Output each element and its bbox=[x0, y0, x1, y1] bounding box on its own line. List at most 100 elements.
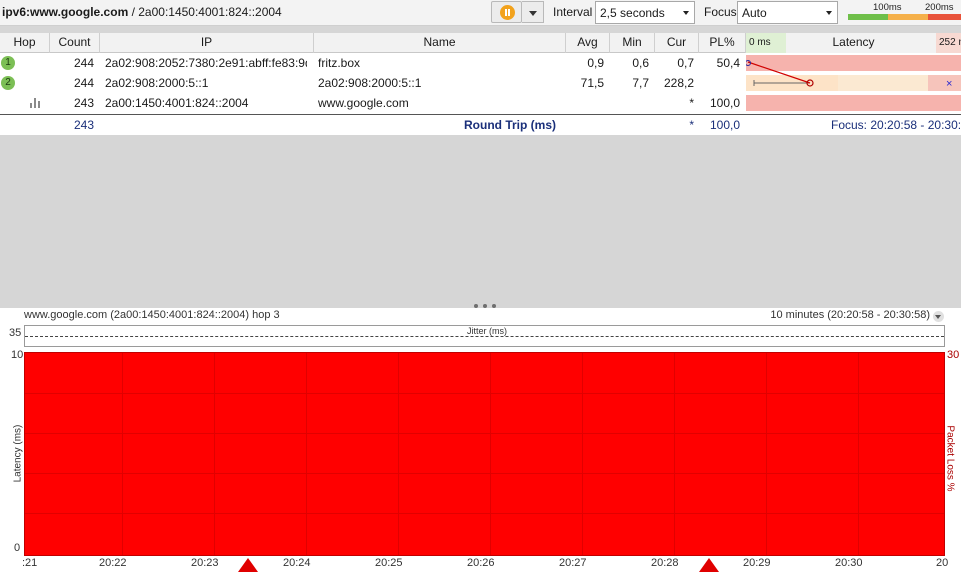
focus-range-label: Focus: 20:20:58 - 20:30:58 bbox=[831, 118, 961, 132]
x-tick-label: 20:23 bbox=[191, 557, 219, 569]
col-hop[interactable]: Hop bbox=[0, 33, 50, 53]
packet-loss-plot-area bbox=[24, 352, 945, 556]
target-address: 2a00:1450:4001:824::2004 bbox=[138, 5, 282, 19]
x-tick-label: 20:25 bbox=[375, 557, 403, 569]
panel-title: www.google.com (2a00:1450:4001:824::2004… bbox=[24, 309, 280, 321]
table-row[interactable]: 2 244 2a02:908:2000:5::1 2a02:908:2000:5… bbox=[0, 73, 746, 93]
interval-value: 2,5 seconds bbox=[600, 6, 665, 20]
x-tick-label: 20:27 bbox=[559, 557, 587, 569]
pl-cell bbox=[699, 73, 740, 93]
y-axis-title: Latency (ms) bbox=[12, 424, 24, 483]
pl-cell: 50,4 bbox=[716, 56, 740, 70]
round-trip-label: Round Trip (ms) bbox=[464, 118, 556, 132]
col-cur[interactable]: Cur bbox=[655, 33, 699, 53]
table-header: Hop Count IP Name Avg Min Cur PL% 0 ms L… bbox=[0, 33, 961, 53]
scale-100-label: 100ms bbox=[873, 2, 902, 13]
bar-chart-icon bbox=[30, 98, 40, 108]
toolbar: ipv6:www.google.com / 2a00:1450:4001:824… bbox=[0, 0, 961, 26]
min-cell: 0,6 bbox=[632, 56, 649, 70]
table-row[interactable]: 243 2a00:1450:4001:824::2004 www.google.… bbox=[0, 93, 746, 113]
scale-good-bar bbox=[848, 14, 888, 20]
row2-range-band-upper bbox=[838, 75, 928, 91]
trace-options-dropdown-button[interactable] bbox=[522, 1, 544, 23]
chevron-down-icon bbox=[826, 11, 832, 15]
hop-number-badge: 2 bbox=[1, 76, 15, 90]
count-cell: 244 bbox=[73, 56, 94, 70]
x-tick-label: 20:29 bbox=[743, 557, 771, 569]
col-avg[interactable]: Avg bbox=[566, 33, 610, 53]
cur-cell: * bbox=[689, 96, 694, 110]
pause-button[interactable] bbox=[491, 1, 522, 23]
avg-cell: 71,5 bbox=[580, 76, 604, 90]
row2-cur-marker: × bbox=[946, 78, 952, 90]
cur-cell: 0,7 bbox=[677, 56, 694, 70]
jitter-chart: Jitter (ms) bbox=[24, 325, 945, 347]
chevron-down-icon bbox=[683, 11, 689, 15]
scale-bad-bar bbox=[928, 14, 961, 20]
name-cell: 2a02:908:2000:5::1 bbox=[318, 76, 422, 90]
scale-warn-bar bbox=[888, 14, 928, 20]
latency-sparkline-graph: × bbox=[746, 55, 961, 111]
y-right-axis-max-label: 30 bbox=[947, 349, 960, 361]
round-trip-row[interactable]: 243 Round Trip (ms) * 100,0 Focus: 20:20… bbox=[0, 115, 961, 135]
x-tick-label: :21 bbox=[22, 557, 38, 569]
time-range-dropdown-icon[interactable] bbox=[933, 311, 944, 322]
focus-label: Focus bbox=[704, 5, 737, 19]
row3-loss-band bbox=[746, 95, 961, 111]
col-ip[interactable]: IP bbox=[100, 33, 314, 53]
x-tick-label: 20:24 bbox=[283, 557, 311, 569]
x-tick-label: 20:28 bbox=[651, 557, 679, 569]
interval-select[interactable]: 2,5 seconds bbox=[595, 1, 695, 24]
col-latency[interactable]: 0 ms Latency 252 ms bbox=[746, 33, 961, 53]
min-cell: 7,7 bbox=[632, 76, 649, 90]
target-title: ipv6:www.google.com / 2a00:1450:4001:824… bbox=[2, 5, 282, 19]
cur-cell: 228,2 bbox=[663, 76, 694, 90]
totals-pl: 100,0 bbox=[709, 118, 740, 132]
scale-200-label: 200ms bbox=[925, 2, 954, 13]
focus-value: Auto bbox=[742, 6, 767, 20]
y-axis-min-label: 0 bbox=[14, 542, 21, 554]
x-tick-label: 20:22 bbox=[99, 557, 127, 569]
ip-cell: 2a02:908:2052:7380:2e91:abff:fe83:9da bbox=[105, 56, 307, 70]
time-range-label: 10 minutes (20:20:58 - 20:30:58) bbox=[770, 309, 930, 321]
target-separator: / bbox=[128, 5, 139, 19]
pause-icon bbox=[500, 5, 515, 20]
table-row[interactable]: 1 244 2a02:908:2052:7380:2e91:abff:fe83:… bbox=[0, 53, 746, 73]
avg-cell: 0,9 bbox=[587, 56, 604, 70]
interval-label: Interval bbox=[553, 5, 593, 19]
target-host: ipv6:www.google.com bbox=[2, 5, 129, 19]
jitter-max-label: 35 bbox=[9, 327, 22, 339]
totals-cur: * bbox=[689, 118, 694, 132]
x-tick-label: 20:30 bbox=[835, 557, 863, 569]
latency-scale-legend: 100ms 200ms bbox=[846, 1, 961, 21]
row1-loss-band bbox=[746, 55, 961, 71]
latency-min-label: 0 ms bbox=[749, 37, 771, 48]
col-min[interactable]: Min bbox=[610, 33, 655, 53]
hop-number-badge: 1 bbox=[1, 56, 15, 70]
latency-header-label: Latency bbox=[832, 35, 875, 49]
jitter-dash-line bbox=[25, 336, 944, 337]
latency-max-label: 252 ms bbox=[939, 37, 961, 48]
y-axis-max-label: 10 bbox=[11, 349, 24, 361]
name-cell: fritz.box bbox=[318, 56, 361, 70]
y-right-axis-title: Packet Loss % bbox=[944, 425, 956, 492]
count-cell: 244 bbox=[73, 76, 94, 90]
totals-count: 243 bbox=[73, 118, 94, 132]
ip-cell: 2a02:908:2000:5::1 bbox=[105, 76, 209, 90]
hop-detail-panel: www.google.com (2a00:1450:4001:824::2004… bbox=[0, 308, 961, 579]
row2-high-band bbox=[928, 75, 961, 91]
pl-cell: 100,0 bbox=[709, 96, 740, 110]
col-count[interactable]: Count bbox=[50, 33, 100, 53]
ip-cell: 2a00:1450:4001:824::2004 bbox=[105, 96, 249, 110]
name-cell: www.google.com bbox=[318, 96, 409, 110]
x-tick-label: 20:26 bbox=[467, 557, 495, 569]
col-pl[interactable]: PL% bbox=[699, 33, 746, 53]
x-tick-label: 20 bbox=[936, 557, 949, 569]
count-cell: 243 bbox=[73, 96, 94, 110]
col-name[interactable]: Name bbox=[314, 33, 566, 53]
loss-event-marker bbox=[699, 558, 719, 572]
focus-select[interactable]: Auto bbox=[737, 1, 838, 24]
jitter-label: Jitter (ms) bbox=[465, 326, 509, 336]
loss-event-marker bbox=[238, 558, 258, 572]
hop-table: Hop Count IP Name Avg Min Cur PL% 0 ms L… bbox=[0, 33, 961, 116]
